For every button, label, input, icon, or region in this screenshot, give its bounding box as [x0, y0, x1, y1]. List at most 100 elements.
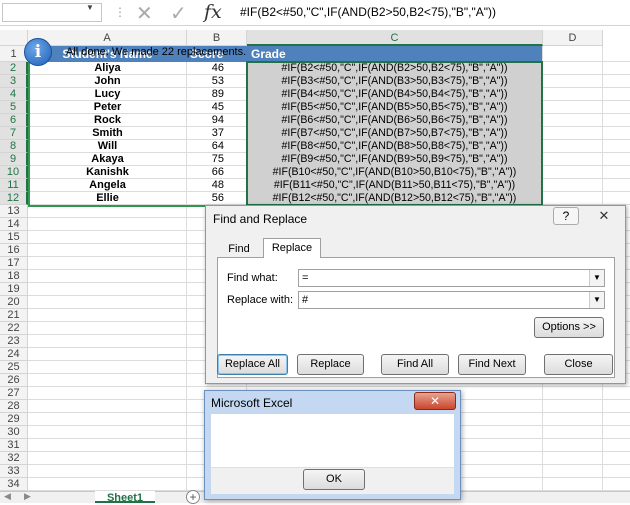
- close-button[interactable]: Close: [544, 354, 613, 375]
- row-header[interactable]: 21: [0, 309, 28, 322]
- score-cell[interactable]: 66: [187, 166, 246, 179]
- message-box-title: Microsoft Excel: [211, 396, 293, 410]
- find-next-button[interactable]: Find Next: [458, 354, 526, 375]
- row-header[interactable]: 6: [0, 114, 28, 127]
- row-header[interactable]: 20: [0, 296, 28, 309]
- score-cell[interactable]: 48: [187, 179, 246, 192]
- row-header[interactable]: 25: [0, 361, 28, 374]
- score-cell[interactable]: 89: [187, 88, 246, 101]
- row-header[interactable]: 15: [0, 231, 28, 244]
- name-box-dropdown-icon[interactable]: ▼: [86, 3, 94, 12]
- row-header[interactable]: 13: [0, 205, 28, 218]
- row-header[interactable]: 28: [0, 400, 28, 413]
- row-header[interactable]: 11: [0, 179, 28, 192]
- options-button[interactable]: Options >>: [534, 317, 604, 338]
- replace-button[interactable]: Replace: [297, 354, 364, 375]
- replace-with-value: #: [302, 294, 309, 306]
- tab-replace[interactable]: Replace: [263, 238, 321, 258]
- row-header[interactable]: 30: [0, 426, 28, 439]
- gridline: [28, 386, 630, 387]
- find-what-dropdown-icon[interactable]: ▼: [589, 270, 604, 286]
- student-name-cell[interactable]: Peter: [29, 101, 186, 114]
- formula-bar-grip-icon: ⋮: [114, 5, 126, 19]
- find-all-button[interactable]: Find All: [381, 354, 449, 375]
- row-header[interactable]: 29: [0, 413, 28, 426]
- row-header[interactable]: 5: [0, 101, 28, 114]
- replace-with-dropdown-icon[interactable]: ▼: [589, 292, 604, 308]
- message-box: Microsoft Excel ✕ OK: [204, 390, 461, 500]
- selection-border: [246, 61, 543, 206]
- row-header[interactable]: 14: [0, 218, 28, 231]
- score-cell[interactable]: 56: [187, 192, 246, 205]
- row-header[interactable]: 9: [0, 153, 28, 166]
- info-icon: i: [24, 38, 52, 66]
- student-name-cell[interactable]: Akaya: [29, 153, 186, 166]
- row-header[interactable]: 34: [0, 478, 28, 491]
- ok-button[interactable]: OK: [303, 469, 365, 490]
- find-replace-dialog: Find and Replace ? ✕ Find Replace Find w…: [205, 205, 626, 384]
- row-header[interactable]: 3: [0, 75, 28, 88]
- row-header[interactable]: 18: [0, 270, 28, 283]
- row-header[interactable]: 27: [0, 387, 28, 400]
- message-text: All done. We made 22 replacements.: [66, 46, 247, 58]
- row-header[interactable]: 10: [0, 166, 28, 179]
- find-what-input[interactable]: =: [298, 269, 605, 287]
- tab-scroll-left-icon[interactable]: ◀: [4, 491, 11, 502]
- replace-all-button[interactable]: Replace All: [217, 354, 288, 375]
- insert-function-icon[interactable]: fx: [204, 1, 222, 23]
- replace-with-input[interactable]: #: [298, 291, 605, 309]
- select-all-corner[interactable]: [0, 30, 28, 46]
- table-border-left: [28, 62, 30, 206]
- student-name-cell[interactable]: Kanishk: [29, 166, 186, 179]
- cancel-icon[interactable]: ✕: [136, 1, 153, 26]
- row-header[interactable]: 23: [0, 335, 28, 348]
- row-header[interactable]: 8: [0, 140, 28, 153]
- student-name-cell[interactable]: Lucy: [29, 88, 186, 101]
- student-name-cell[interactable]: Will: [29, 140, 186, 153]
- header-grade[interactable]: Grade: [248, 46, 542, 62]
- row-header[interactable]: 7: [0, 127, 28, 140]
- score-cell[interactable]: 37: [187, 127, 246, 140]
- row-header[interactable]: 32: [0, 452, 28, 465]
- sheet-tab-sheet1[interactable]: Sheet1: [95, 491, 155, 504]
- close-icon[interactable]: ✕: [586, 207, 622, 225]
- row-header[interactable]: 16: [0, 244, 28, 257]
- student-name-cell[interactable]: Rock: [29, 114, 186, 127]
- student-name-cell[interactable]: Aliya: [29, 62, 186, 75]
- score-cell[interactable]: 53: [187, 75, 246, 88]
- student-name-cell[interactable]: Smith: [29, 127, 186, 140]
- row-header[interactable]: 12: [0, 192, 28, 205]
- row-header[interactable]: 31: [0, 439, 28, 452]
- score-cell[interactable]: 64: [187, 140, 246, 153]
- message-box-close-icon[interactable]: ✕: [414, 392, 456, 410]
- formula-input[interactable]: #IF(B2<#50,"C",IF(AND(B2>50,B2<75),"B","…: [232, 3, 628, 22]
- student-name-cell[interactable]: Angela: [29, 179, 186, 192]
- row-header[interactable]: 17: [0, 257, 28, 270]
- enter-icon[interactable]: ✓: [170, 1, 187, 26]
- column-header-a[interactable]: A: [28, 30, 187, 46]
- add-sheet-icon[interactable]: +: [186, 490, 200, 504]
- replace-with-label: Replace with:: [227, 294, 294, 306]
- column-header-b[interactable]: B: [187, 30, 247, 46]
- tab-scroll-right-icon[interactable]: ▶: [24, 491, 31, 502]
- row-header[interactable]: 2: [0, 62, 28, 75]
- score-cell[interactable]: 45: [187, 101, 246, 114]
- row-header[interactable]: 24: [0, 348, 28, 361]
- row-header[interactable]: 19: [0, 283, 28, 296]
- row-header[interactable]: 26: [0, 374, 28, 387]
- score-cell[interactable]: 46: [187, 62, 246, 75]
- tab-find[interactable]: Find: [222, 240, 256, 258]
- student-name-cell[interactable]: Ellie: [29, 192, 186, 205]
- find-what-label: Find what:: [227, 272, 278, 284]
- column-header-c[interactable]: C: [247, 30, 543, 46]
- row-header[interactable]: 22: [0, 322, 28, 335]
- dialog-title: Find and Replace: [213, 212, 308, 226]
- column-header-d[interactable]: D: [543, 30, 603, 46]
- find-what-value: =: [302, 272, 309, 284]
- score-cell[interactable]: 94: [187, 114, 246, 127]
- student-name-cell[interactable]: John: [29, 75, 186, 88]
- row-header[interactable]: 4: [0, 88, 28, 101]
- row-header[interactable]: 33: [0, 465, 28, 478]
- score-cell[interactable]: 75: [187, 153, 246, 166]
- help-icon[interactable]: ?: [553, 207, 579, 225]
